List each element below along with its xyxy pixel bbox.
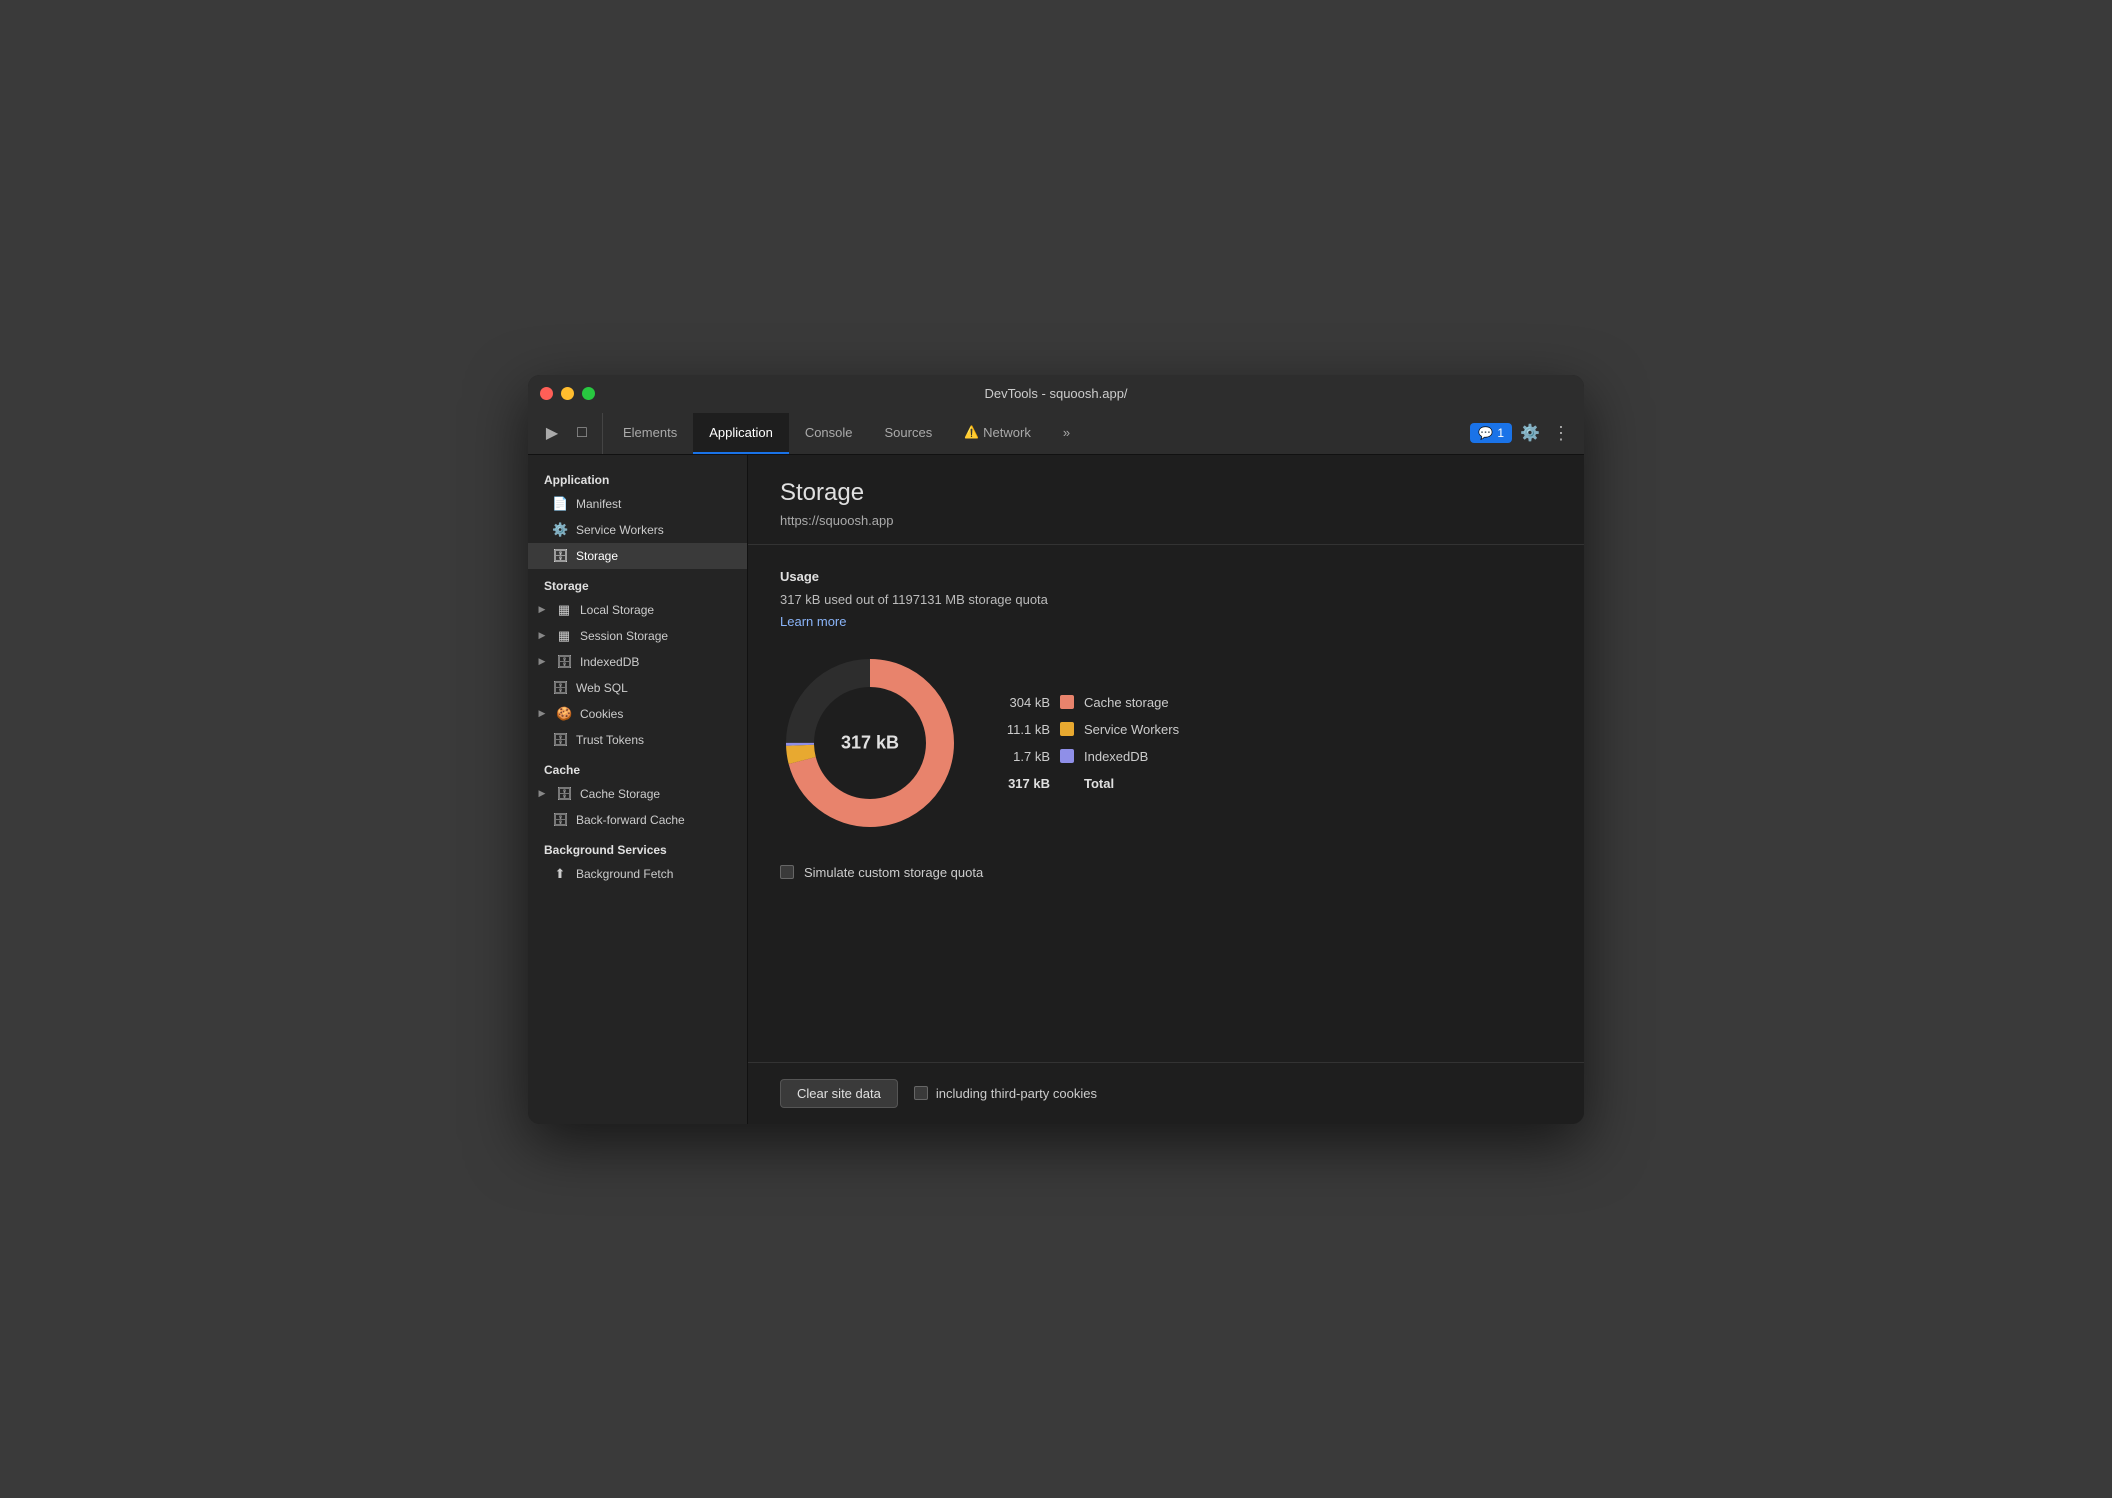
session-storage-icon: ▦	[556, 628, 572, 644]
cache-name: Cache storage	[1084, 695, 1169, 710]
trust-tokens-icon: 🗄	[552, 732, 568, 748]
indexeddb-icon: 🗄	[556, 654, 572, 670]
service-workers-icon: ⚙️	[552, 522, 568, 538]
main-area: Application 📄 Manifest ⚙️ Service Worker…	[528, 455, 1584, 1124]
cache-value: 304 kB	[1000, 695, 1050, 710]
sidebar-item-background-fetch[interactable]: ⬆ Background Fetch	[528, 861, 747, 887]
tab-application[interactable]: Application	[693, 413, 789, 454]
legend-item-idb: 1.7 kB IndexedDB	[1000, 749, 1179, 764]
arrow-icon: ▶	[536, 630, 548, 641]
settings-icon[interactable]: ⚙️	[1516, 419, 1544, 447]
maximize-button[interactable]	[582, 387, 595, 400]
tab-network[interactable]: ⚠️ Network	[948, 413, 1047, 454]
sidebar-section-background: Background Services	[528, 833, 747, 861]
learn-more-link[interactable]: Learn more	[780, 614, 846, 629]
arrow-icon: ▶	[536, 656, 548, 667]
simulate-checkbox-row: Simulate custom storage quota	[780, 865, 1552, 880]
simulate-checkbox[interactable]	[780, 865, 794, 879]
traffic-lights	[540, 387, 595, 400]
background-fetch-icon: ⬆	[552, 866, 568, 882]
page-url: https://squoosh.app	[780, 513, 1552, 528]
content-header: Storage https://squoosh.app	[748, 455, 1584, 545]
usage-subtitle: 317 kB used out of 1197131 MB storage qu…	[780, 592, 1552, 607]
legend-item-total: 317 kB Total	[1000, 776, 1179, 791]
clear-site-data-button[interactable]: Clear site data	[780, 1079, 898, 1108]
content-body: Usage 317 kB used out of 1197131 MB stor…	[748, 545, 1584, 1062]
arrow-icon: ▶	[536, 708, 548, 719]
simulate-label: Simulate custom storage quota	[804, 865, 983, 880]
web-sql-icon: 🗄	[552, 680, 568, 696]
storage-icon: 🗄	[552, 548, 568, 564]
usage-title: Usage	[780, 569, 1552, 584]
tab-more[interactable]: »	[1047, 413, 1086, 454]
idb-color-swatch	[1060, 749, 1074, 763]
inspect-icon[interactable]: □	[568, 419, 596, 447]
feedback-badge-button[interactable]: 💬 1	[1470, 423, 1512, 443]
third-party-label: including third-party cookies	[936, 1086, 1097, 1101]
cursor-icon[interactable]: ▶	[538, 419, 566, 447]
sidebar-section-storage: Storage	[528, 569, 747, 597]
sidebar-item-session-storage[interactable]: ▶ ▦ Session Storage	[528, 623, 747, 649]
title-bar: DevTools - squoosh.app/	[528, 375, 1584, 413]
close-button[interactable]	[540, 387, 553, 400]
sw-value: 11.1 kB	[1000, 722, 1050, 737]
tab-sources[interactable]: Sources	[869, 413, 949, 454]
sw-color-swatch	[1060, 722, 1074, 736]
sidebar-item-cache-storage[interactable]: ▶ 🗄 Cache Storage	[528, 781, 747, 807]
legend-item-cache: 304 kB Cache storage	[1000, 695, 1179, 710]
back-forward-cache-icon: 🗄	[552, 812, 568, 828]
total-name: Total	[1084, 776, 1114, 791]
third-party-checkbox[interactable]	[914, 1086, 928, 1100]
cache-color-swatch	[1060, 695, 1074, 709]
network-warning-icon: ⚠️	[964, 425, 979, 439]
sidebar-item-service-workers[interactable]: ⚙️ Service Workers	[528, 517, 747, 543]
donut-center-label: 317 kB	[841, 732, 899, 753]
sidebar-section-cache: Cache	[528, 753, 747, 781]
storage-legend: 304 kB Cache storage 11.1 kB Service Wor…	[1000, 695, 1179, 791]
more-options-icon[interactable]: ⋮	[1548, 419, 1572, 447]
arrow-icon: ▶	[536, 788, 548, 799]
toolbar-icons: ▶ □	[532, 413, 603, 454]
content-area: Storage https://squoosh.app Usage 317 kB…	[748, 455, 1584, 1124]
window-title: DevTools - squoosh.app/	[984, 386, 1127, 401]
tab-console[interactable]: Console	[789, 413, 869, 454]
idb-value: 1.7 kB	[1000, 749, 1050, 764]
sidebar-item-trust-tokens[interactable]: 🗄 Trust Tokens	[528, 727, 747, 753]
third-party-checkbox-row: including third-party cookies	[914, 1086, 1097, 1101]
minimize-button[interactable]	[561, 387, 574, 400]
idb-name: IndexedDB	[1084, 749, 1148, 764]
sidebar: Application 📄 Manifest ⚙️ Service Worker…	[528, 455, 748, 1124]
cache-storage-icon: 🗄	[556, 786, 572, 802]
total-value: 317 kB	[1000, 776, 1050, 791]
sidebar-item-local-storage[interactable]: ▶ ▦ Local Storage	[528, 597, 747, 623]
local-storage-icon: ▦	[556, 602, 572, 618]
donut-chart: 317 kB	[780, 653, 960, 833]
page-title: Storage	[780, 479, 1552, 507]
tab-elements[interactable]: Elements	[607, 413, 693, 454]
sidebar-item-back-forward-cache[interactable]: 🗄 Back-forward Cache	[528, 807, 747, 833]
sidebar-item-cookies[interactable]: ▶ 🍪 Cookies	[528, 701, 747, 727]
sidebar-item-storage[interactable]: 🗄 Storage	[528, 543, 747, 569]
manifest-icon: 📄	[552, 496, 568, 512]
storage-visualization: 317 kB 304 kB Cache storage 11.1 kB Serv…	[780, 653, 1552, 833]
sw-name: Service Workers	[1084, 722, 1179, 737]
legend-item-sw: 11.1 kB Service Workers	[1000, 722, 1179, 737]
sidebar-item-indexeddb[interactable]: ▶ 🗄 IndexedDB	[528, 649, 747, 675]
content-footer: Clear site data including third-party co…	[748, 1062, 1584, 1124]
devtools-window: DevTools - squoosh.app/ ▶ □ Elements App…	[528, 375, 1584, 1124]
cookies-icon: 🍪	[556, 706, 572, 722]
sidebar-item-manifest[interactable]: 📄 Manifest	[528, 491, 747, 517]
tab-bar: ▶ □ Elements Application Console Sources…	[528, 413, 1584, 455]
tab-bar-right: 💬 1 ⚙️ ⋮	[1470, 413, 1580, 454]
sidebar-item-web-sql[interactable]: 🗄 Web SQL	[528, 675, 747, 701]
arrow-icon: ▶	[536, 604, 548, 615]
sidebar-section-application: Application	[528, 463, 747, 491]
